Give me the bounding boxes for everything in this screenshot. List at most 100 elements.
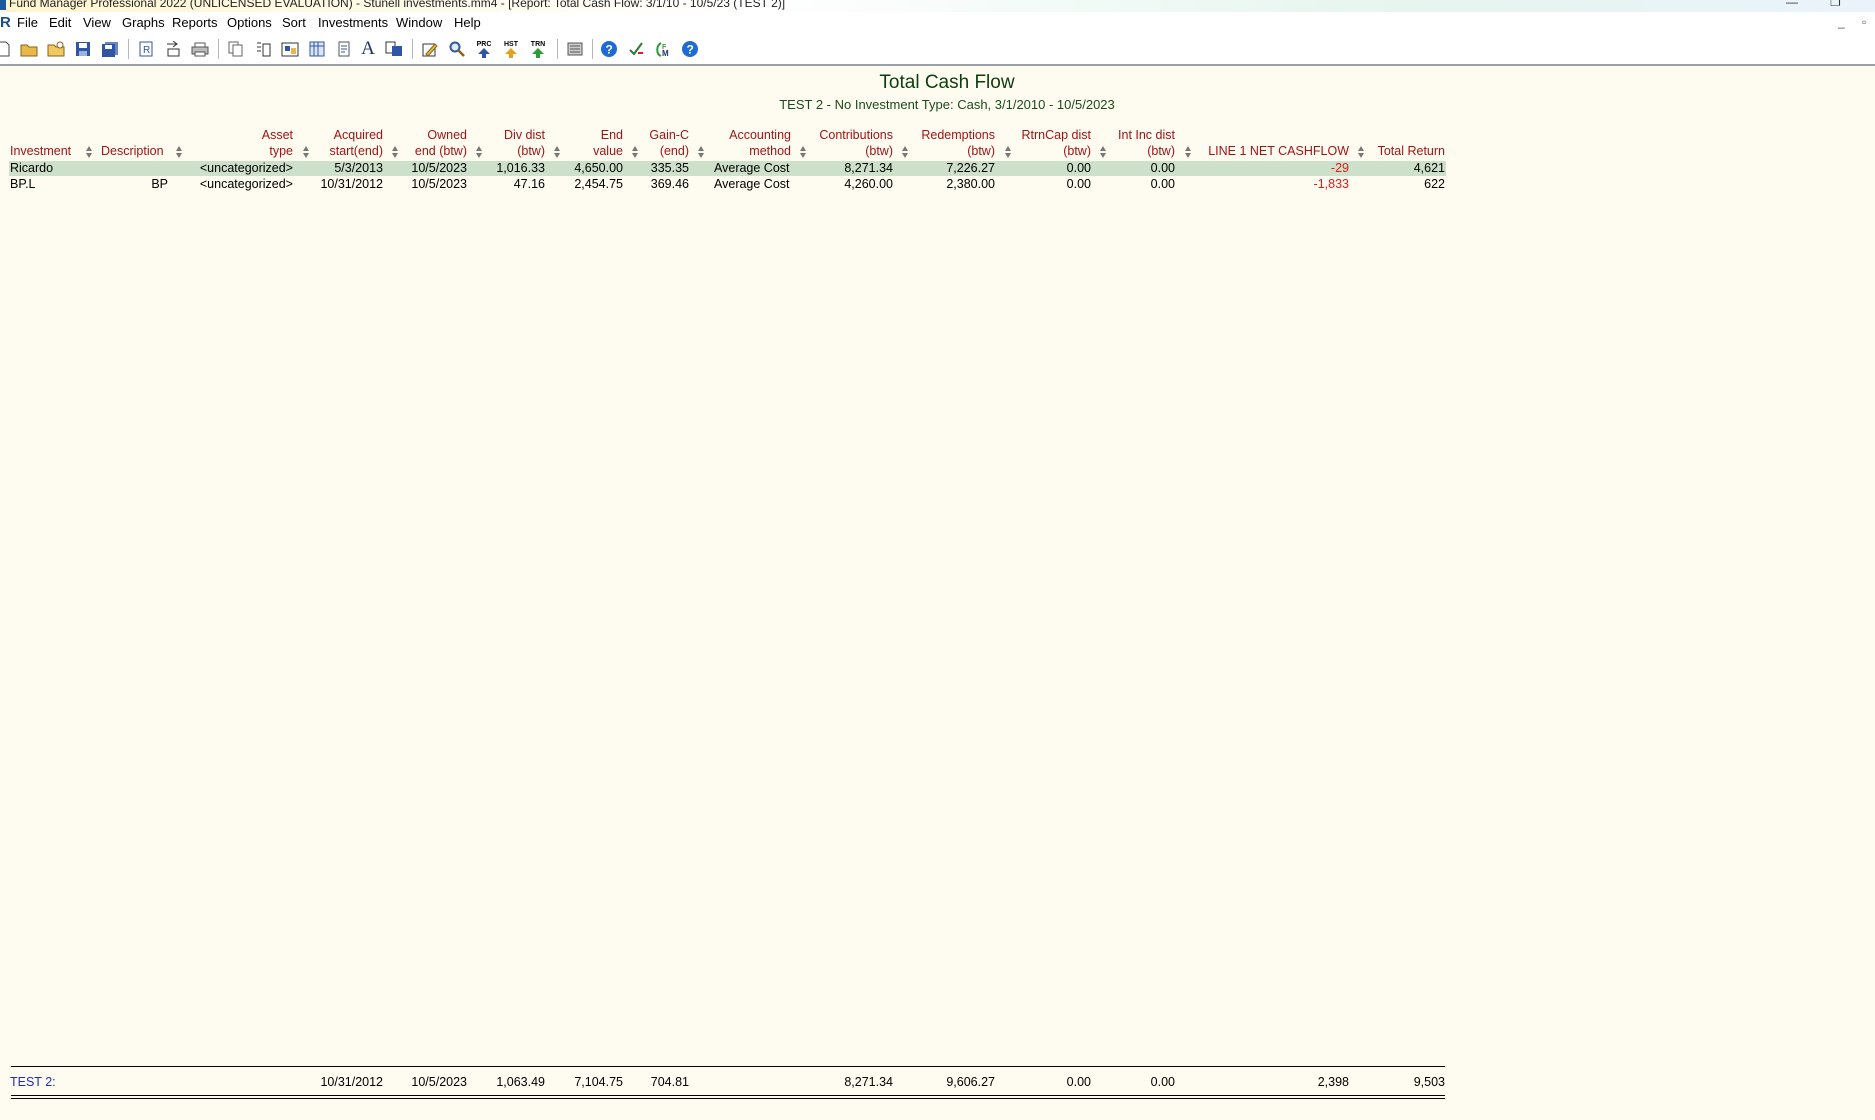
row1-rtrncap: 0.00 — [1066, 161, 1091, 175]
col-net-cashflow-header[interactable]: LINE 1 NET CASHFLOW — [1208, 144, 1349, 159]
font-icon[interactable]: A — [358, 38, 378, 59]
col-description-header[interactable]: Description — [101, 144, 164, 159]
row1-contributions: 8,271.34 — [844, 161, 893, 175]
columns-icon[interactable] — [253, 39, 273, 59]
transactions-download-icon[interactable]: TRN — [528, 39, 548, 59]
document-icon[interactable] — [334, 39, 354, 59]
toolbar-separator — [128, 39, 129, 59]
sort-icon[interactable] — [1357, 145, 1365, 159]
col-int-inc-header-top[interactable]: Int Inc dist — [1118, 128, 1175, 143]
new-file-icon[interactable] — [0, 39, 14, 59]
toolbar-separator — [557, 39, 558, 59]
check-icon[interactable] — [626, 39, 646, 59]
total-contributions: 8,271.34 — [844, 1075, 893, 1089]
row2-int-inc: 0.00 — [1150, 177, 1175, 191]
col-rtrncap-header-top[interactable]: RtrnCap dist — [1022, 128, 1091, 143]
total-int-inc: 0.00 — [1150, 1075, 1175, 1089]
mdi-restore-button[interactable]: ▫ — [1862, 15, 1866, 29]
help-icon[interactable]: ? — [680, 39, 700, 59]
col-gain-c-header[interactable]: (end) — [660, 144, 689, 159]
sort-icon[interactable] — [901, 145, 909, 159]
col-owned-header-top[interactable]: Owned — [427, 128, 467, 143]
sort-icon[interactable] — [302, 145, 310, 159]
menu-view[interactable]: View — [83, 15, 111, 30]
col-asset-type-header-top[interactable]: Asset — [262, 128, 293, 143]
col-redemptions-header-top[interactable]: Redemptions — [921, 128, 995, 143]
report-icon[interactable]: R — [136, 39, 156, 59]
sort-icon[interactable] — [697, 145, 705, 159]
row2-owned: 10/5/2023 — [411, 177, 467, 191]
col-investment-header[interactable]: Investment — [10, 144, 71, 159]
row1-accounting: Average Cost — [714, 161, 790, 175]
copy-format-icon[interactable] — [384, 39, 404, 59]
col-div-dist-header-top[interactable]: Div dist — [504, 128, 545, 143]
row1-net-cashflow: -29 — [1330, 161, 1349, 175]
prices-download-icon[interactable]: PRC — [474, 39, 494, 59]
toolbar-separator — [218, 39, 219, 59]
print-icon[interactable] — [190, 39, 210, 59]
open-folder-icon[interactable] — [19, 39, 39, 59]
row2-total-return: 622 — [1424, 177, 1445, 191]
col-accounting-header-top[interactable]: Accounting — [729, 128, 791, 143]
menu-help[interactable]: Help — [454, 15, 481, 30]
col-accounting-header[interactable]: method — [749, 144, 791, 159]
menu-window[interactable]: Window — [396, 15, 442, 30]
menu-investments[interactable]: Investments — [318, 15, 388, 30]
menu-reports[interactable]: Reports — [172, 15, 218, 30]
col-contributions-header[interactable]: (btw) — [865, 144, 893, 159]
search-icon[interactable] — [447, 39, 467, 59]
col-rtrncap-header[interactable]: (btw) — [1063, 144, 1091, 159]
col-end-value-header-top[interactable]: End — [601, 128, 623, 143]
mdi-minimize-button[interactable]: _ — [1838, 15, 1845, 29]
sort-icon[interactable] — [1184, 145, 1192, 159]
sort-icon[interactable] — [1099, 145, 1107, 159]
row2-accounting: Average Cost — [714, 177, 790, 191]
sort-icon[interactable] — [553, 145, 561, 159]
col-gain-c-header-top[interactable]: Gain-C — [649, 128, 689, 143]
total-total-return: 9,503 — [1413, 1075, 1445, 1089]
row1-investment[interactable]: Ricardo — [10, 161, 53, 176]
save-icon[interactable] — [73, 39, 93, 59]
edit-icon[interactable] — [420, 39, 440, 59]
col-div-dist-header[interactable]: (btw) — [517, 144, 545, 159]
menu-options[interactable]: Options — [227, 15, 272, 30]
row2-investment[interactable]: BP.L — [10, 177, 36, 192]
menu-edit[interactable]: Edit — [49, 15, 71, 30]
open-recent-icon[interactable] — [46, 39, 66, 59]
save-all-icon[interactable] — [100, 39, 120, 59]
toolbar: R A PRC HST TRN ? FM ? — [0, 34, 1875, 66]
sort-icon[interactable] — [631, 145, 639, 159]
sort-icon[interactable] — [1004, 145, 1012, 159]
calculator-icon[interactable] — [565, 39, 585, 59]
col-asset-type-header[interactable]: type — [269, 144, 293, 159]
row2-end-value: 2,454.75 — [574, 177, 623, 191]
col-owned-header[interactable]: end (btw) — [415, 144, 467, 159]
col-acquired-header[interactable]: start(end) — [330, 144, 384, 159]
col-contributions-header-top[interactable]: Contributions — [819, 128, 893, 143]
sort-icon[interactable] — [391, 145, 399, 159]
minimize-button[interactable]: — — [1786, 0, 1798, 8]
transfer-icon[interactable] — [163, 39, 183, 59]
copy-icon[interactable] — [226, 39, 246, 59]
table-icon[interactable] — [307, 39, 327, 59]
col-redemptions-header[interactable]: (btw) — [967, 144, 995, 159]
portfolio-icon[interactable] — [280, 39, 300, 59]
sort-icon[interactable] — [85, 145, 93, 159]
total-rtrncap: 0.00 — [1066, 1075, 1091, 1089]
restore-button[interactable]: ❐ — [1830, 0, 1841, 8]
history-download-icon[interactable]: HST — [501, 39, 521, 59]
report-subtitle: TEST 2 - No Investment Type: Cash, 3/1/2… — [779, 97, 1115, 112]
sort-icon[interactable] — [799, 145, 807, 159]
col-acquired-header-top[interactable]: Acquired — [334, 128, 383, 143]
sort-icon[interactable] — [475, 145, 483, 159]
report-window-icon[interactable]: R — [0, 14, 11, 31]
menu-graphs[interactable]: Graphs — [122, 15, 165, 30]
fund-manager-icon[interactable]: FM — [654, 39, 674, 59]
sort-icon[interactable] — [175, 145, 183, 159]
help-chat-icon[interactable]: ? — [599, 39, 619, 59]
col-total-return-header[interactable]: Total Return — [1378, 144, 1445, 159]
col-int-inc-header[interactable]: (btw) — [1147, 144, 1175, 159]
menu-sort[interactable]: Sort — [282, 15, 306, 30]
menu-file[interactable]: File — [17, 15, 38, 30]
col-end-value-header[interactable]: value — [593, 144, 623, 159]
